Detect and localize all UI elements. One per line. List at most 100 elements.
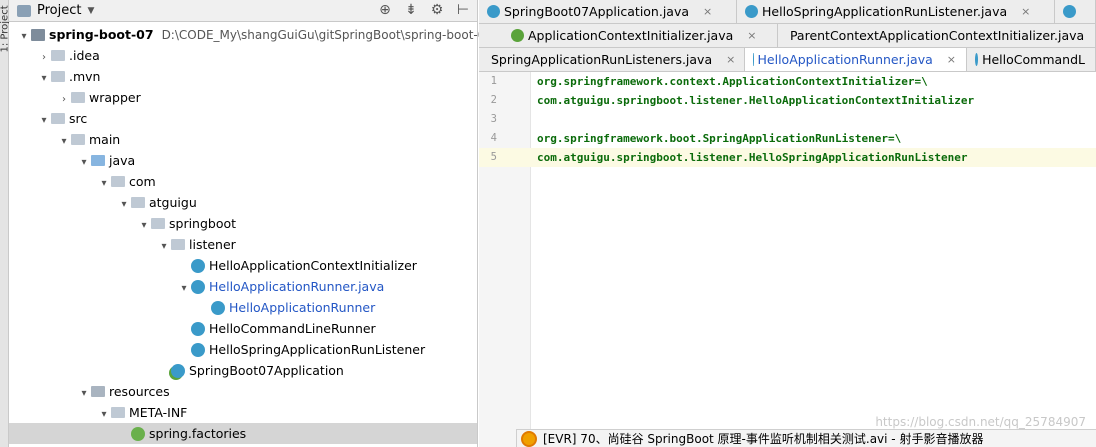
- folder-icon: [71, 92, 85, 103]
- code-line[interactable]: 1 org.springframework.context.Application…: [479, 72, 1096, 91]
- tree-item[interactable]: ▾ spring-boot-07 D:\CODE_My\shangGuiGu\git…: [9, 24, 493, 47]
- tree-item[interactable]: ▾ listener: [9, 234, 477, 255]
- line-number: 1: [490, 75, 497, 87]
- editor-tab[interactable]: HelloApplicationRunner.java ×: [745, 48, 967, 71]
- tree-item-label: HelloApplicationContextInitializer: [209, 258, 417, 273]
- class-icon: [1063, 5, 1076, 18]
- collapse-all-icon[interactable]: ⇟: [403, 2, 419, 18]
- editor-tab-label: HelloSpringApplicationRunListener.java: [762, 4, 1008, 19]
- editor-tab-label: HelloApplicationRunner.java: [757, 52, 933, 67]
- editor-tab[interactable]: ApplicationContextInitializer.java ×: [503, 24, 778, 47]
- tree-item-label: HelloSpringApplicationRunListener: [209, 342, 426, 357]
- tree-item-label: META-INF: [129, 405, 188, 420]
- tree-item[interactable]: ▾ src: [9, 108, 477, 129]
- folder-icon: [51, 71, 65, 82]
- chevron-right-icon[interactable]: ›: [57, 89, 71, 110]
- tree-item-label: com: [129, 174, 156, 189]
- editor-tab[interactable]: SpringApplicationRunListeners.java ×: [479, 48, 745, 71]
- editor-tab[interactable]: ParentContextApplicationContextInitializ…: [778, 24, 1096, 47]
- tree-item-label: listener: [189, 237, 236, 252]
- chevron-down-icon[interactable]: ▼: [87, 6, 94, 16]
- media-player-notification[interactable]: [EVR] 70、尚硅谷 SpringBoot 原理-事件监听机制相关测试.av…: [516, 429, 1096, 447]
- project-tree: ▾ spring-boot-07 D:\CODE_My\shangGuiGu\git…: [9, 24, 493, 444]
- close-icon[interactable]: ×: [726, 48, 735, 71]
- editor-tab-label: ParentContextApplicationContextInitializ…: [789, 28, 1085, 43]
- tree-item[interactable]: › wrapper: [9, 87, 477, 108]
- tree-item[interactable]: ▾ HelloApplicationRunner.java: [9, 276, 477, 297]
- chevron-down-icon[interactable]: ▾: [117, 194, 131, 215]
- chevron-down-icon[interactable]: ▾: [97, 173, 111, 194]
- tree-item[interactable]: ▾ com: [9, 171, 477, 192]
- chevron-down-icon[interactable]: ▾: [57, 131, 71, 152]
- code-line[interactable]: 2 com.atguigu.springboot.listener.HelloAp…: [479, 91, 1096, 110]
- code-line[interactable]: 5 com.atguigu.springboot.listener.HelloSp…: [479, 148, 1096, 167]
- tree-item[interactable]: ▾ springboot: [9, 213, 477, 234]
- locate-icon[interactable]: ⊕: [377, 2, 393, 18]
- package-icon: [171, 239, 185, 250]
- editor-area: SpringBoot07Application.java × HelloSpring…: [479, 0, 1096, 447]
- chevron-down-icon[interactable]: ▾: [17, 26, 31, 47]
- chevron-down-icon[interactable]: ▾: [97, 404, 111, 425]
- code-line[interactable]: 3: [479, 110, 1096, 129]
- close-icon[interactable]: ×: [1021, 0, 1030, 23]
- tree-item[interactable]: SpringBoot07Application: [9, 360, 477, 381]
- line-number: 2: [490, 94, 497, 106]
- tree-item[interactable]: HelloApplicationRunner: [9, 297, 477, 318]
- chevron-down-icon[interactable]: ▾: [77, 383, 91, 404]
- code-line[interactable]: 4 org.springframework.boot.SpringApplicat…: [479, 129, 1096, 148]
- hide-panel-icon[interactable]: ⊢: [455, 2, 471, 18]
- chevron-down-icon[interactable]: ▾: [177, 278, 191, 299]
- tree-item[interactable]: ▾ .mvn: [9, 66, 477, 87]
- class-icon: [745, 5, 758, 18]
- spring-leaf-icon: [131, 426, 145, 441]
- tree-item-label: resources: [109, 384, 170, 399]
- project-panel-header: Project ▼ ⊕ ⇟ ⚙ ⊢: [9, 0, 477, 22]
- chevron-down-icon[interactable]: ▾: [137, 215, 151, 236]
- gear-icon[interactable]: ⚙: [429, 2, 445, 18]
- close-icon[interactable]: ×: [947, 48, 956, 71]
- tree-item-label: .mvn: [69, 69, 101, 84]
- tree-item[interactable]: ▾ java: [9, 150, 477, 171]
- class-icon: [191, 258, 205, 273]
- tree-item[interactable]: ▾ atguigu: [9, 192, 477, 213]
- tree-item[interactable]: ▾ resources: [9, 381, 477, 402]
- chevron-down-icon[interactable]: ▾: [157, 236, 171, 257]
- chevron-down-icon[interactable]: ▾: [37, 110, 51, 131]
- editor-tab[interactable]: [1055, 0, 1096, 23]
- tree-item[interactable]: HelloSpringApplicationRunListener: [9, 339, 477, 360]
- folder-icon: [51, 113, 65, 124]
- chevron-down-icon[interactable]: ▾: [77, 152, 91, 173]
- tree-item-label: HelloApplicationRunner.java: [209, 279, 385, 294]
- chevron-down-icon[interactable]: ▾: [37, 68, 51, 89]
- code-text: com.atguigu.springboot.listener.HelloSpr…: [537, 151, 968, 164]
- folder-icon: [51, 50, 65, 61]
- tree-item-label: .idea: [69, 48, 100, 63]
- tree-item-label: java: [109, 153, 136, 168]
- tree-item-label: atguigu: [149, 195, 197, 210]
- tree-item[interactable]: ▾ META-INF: [9, 402, 477, 423]
- tree-item[interactable]: › .idea: [9, 45, 477, 66]
- chevron-right-icon[interactable]: ›: [37, 47, 51, 68]
- tree-item[interactable]: HelloCommandLineRunner: [9, 318, 477, 339]
- line-number: 3: [490, 113, 497, 125]
- line-number: 5: [490, 151, 497, 163]
- code-editor[interactable]: 1 org.springframework.context.Application…: [479, 72, 1096, 447]
- tree-item[interactable]: ▾ main: [9, 129, 477, 150]
- source-folder-icon: [91, 155, 105, 166]
- close-icon[interactable]: ×: [747, 24, 756, 47]
- project-panel: Project ▼ ⊕ ⇟ ⚙ ⊢ ▾ spring-boot-07 D:\CODE…: [9, 0, 493, 447]
- resources-folder-icon: [91, 386, 105, 397]
- editor-tab-label: HelloCommandL: [982, 52, 1085, 67]
- editor-tab-row-3: SpringApplicationRunListeners.java × Hello…: [479, 48, 1096, 72]
- editor-tab[interactable]: SpringBoot07Application.java ×: [479, 0, 737, 23]
- close-icon[interactable]: ×: [703, 0, 712, 23]
- editor-tab[interactable]: HelloSpringApplicationRunListener.java ×: [737, 0, 1055, 23]
- tree-item-label: src: [69, 111, 88, 126]
- editor-tab-row-2: ApplicationContextInitializer.java × Paren…: [479, 24, 1096, 48]
- tree-item[interactable]: HelloApplicationContextInitializer: [9, 255, 477, 276]
- tree-item[interactable]: spring.factories: [9, 423, 477, 444]
- editor-tab[interactable]: HelloCommandL: [967, 48, 1096, 71]
- project-view-selector[interactable]: Project: [37, 3, 81, 18]
- tree-item-label: spring-boot-07: [49, 27, 154, 42]
- tree-item-label: spring.factories: [149, 426, 247, 441]
